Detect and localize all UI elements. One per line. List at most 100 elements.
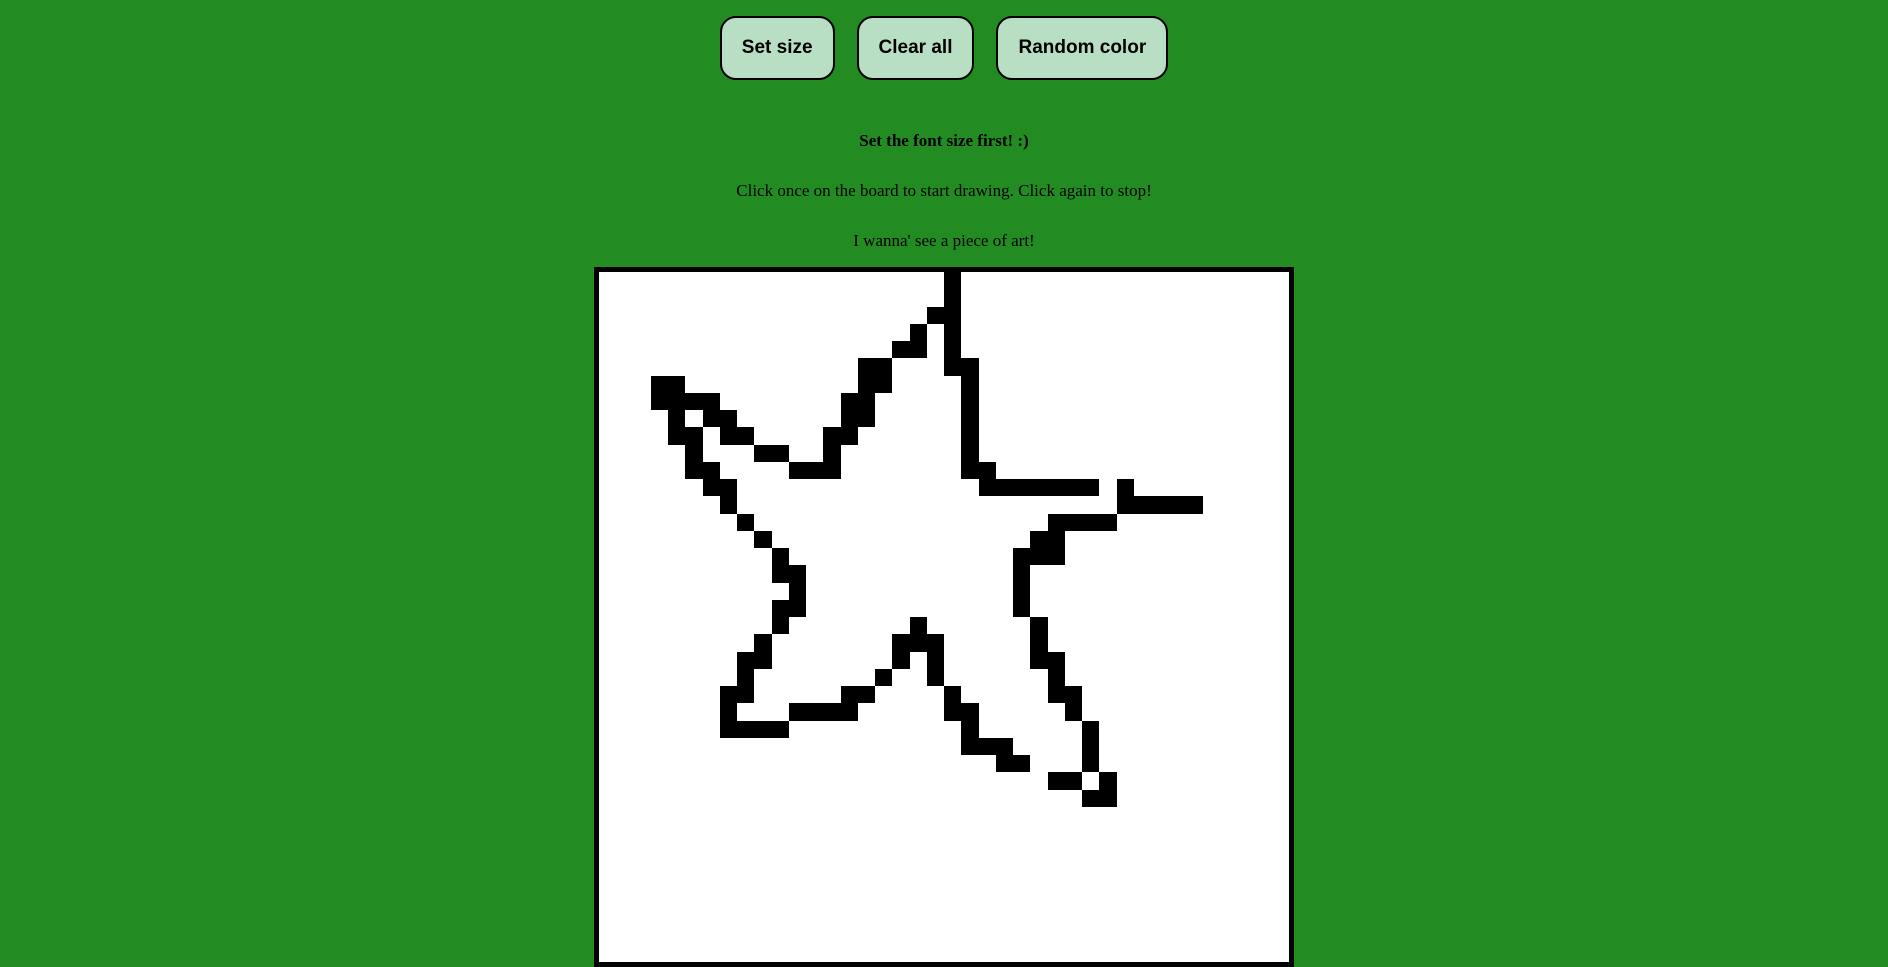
- board-cell[interactable]: [1237, 634, 1255, 652]
- board-cell[interactable]: [909, 789, 927, 807]
- board-cell[interactable]: [633, 841, 651, 859]
- board-cell[interactable]: [719, 306, 737, 324]
- board-cell[interactable]: [823, 686, 841, 704]
- board-cell[interactable]: [1116, 755, 1134, 773]
- board-cell[interactable]: [961, 272, 979, 290]
- board-cell[interactable]: [1013, 944, 1031, 962]
- board-cell[interactable]: [926, 479, 944, 497]
- board-cell[interactable]: [1116, 358, 1134, 376]
- board-cell[interactable]: [719, 720, 737, 738]
- board-cell[interactable]: [857, 755, 875, 773]
- board-cell[interactable]: [685, 427, 703, 445]
- set-size-button[interactable]: Set size: [719, 16, 835, 80]
- board-cell[interactable]: [892, 910, 910, 928]
- board-cell[interactable]: [1064, 289, 1082, 307]
- board-cell[interactable]: [978, 289, 996, 307]
- board-cell[interactable]: [823, 806, 841, 824]
- board-cell[interactable]: [1133, 323, 1151, 341]
- board-cell[interactable]: [961, 824, 979, 842]
- board-cell[interactable]: [944, 306, 962, 324]
- board-cell[interactable]: [1220, 496, 1238, 514]
- board-cell[interactable]: [857, 410, 875, 428]
- board-cell[interactable]: [926, 703, 944, 721]
- board-cell[interactable]: [1013, 617, 1031, 635]
- board-cell[interactable]: [1116, 530, 1134, 548]
- board-cell[interactable]: [771, 841, 789, 859]
- board-cell[interactable]: [1116, 651, 1134, 669]
- board-cell[interactable]: [1271, 530, 1289, 548]
- board-cell[interactable]: [719, 737, 737, 755]
- board-cell[interactable]: [1133, 686, 1151, 704]
- board-cell[interactable]: [1116, 306, 1134, 324]
- board-cell[interactable]: [1047, 634, 1065, 652]
- board-cell[interactable]: [1047, 651, 1065, 669]
- board-cell[interactable]: [650, 651, 668, 669]
- board-cell[interactable]: [1030, 341, 1048, 359]
- board-cell[interactable]: [788, 289, 806, 307]
- board-cell[interactable]: [1185, 496, 1203, 514]
- board-cell[interactable]: [823, 858, 841, 876]
- board-cell[interactable]: [1030, 944, 1048, 962]
- board-cell[interactable]: [702, 858, 720, 876]
- board-cell[interactable]: [995, 617, 1013, 635]
- board-cell[interactable]: [668, 461, 686, 479]
- board-cell[interactable]: [944, 323, 962, 341]
- board-cell[interactable]: [1133, 358, 1151, 376]
- board-cell[interactable]: [685, 496, 703, 514]
- board-cell[interactable]: [702, 548, 720, 566]
- board-cell[interactable]: [806, 599, 824, 617]
- board-cell[interactable]: [1116, 582, 1134, 600]
- board-cell[interactable]: [1133, 806, 1151, 824]
- board-cell[interactable]: [823, 824, 841, 842]
- random-color-button[interactable]: Random color: [996, 16, 1169, 80]
- board-cell[interactable]: [995, 272, 1013, 290]
- board-cell[interactable]: [1151, 858, 1169, 876]
- board-cell[interactable]: [1030, 530, 1048, 548]
- board-cell[interactable]: [806, 772, 824, 790]
- board-cell[interactable]: [1116, 737, 1134, 755]
- board-cell[interactable]: [1099, 668, 1117, 686]
- board-cell[interactable]: [1064, 341, 1082, 359]
- board-cell[interactable]: [702, 272, 720, 290]
- board-cell[interactable]: [1168, 893, 1186, 911]
- board-cell[interactable]: [1047, 686, 1065, 704]
- board-cell[interactable]: [1013, 530, 1031, 548]
- board-cell[interactable]: [806, 875, 824, 893]
- board-cell[interactable]: [875, 720, 893, 738]
- board-cell[interactable]: [961, 289, 979, 307]
- board-cell[interactable]: [961, 703, 979, 721]
- board-cell[interactable]: [599, 703, 617, 721]
- board-cell[interactable]: [1254, 375, 1272, 393]
- board-cell[interactable]: [1220, 737, 1238, 755]
- board-cell[interactable]: [944, 858, 962, 876]
- board-cell[interactable]: [909, 772, 927, 790]
- board-cell[interactable]: [875, 289, 893, 307]
- board-cell[interactable]: [1237, 392, 1255, 410]
- board-cell[interactable]: [633, 323, 651, 341]
- board-cell[interactable]: [754, 944, 772, 962]
- board-cell[interactable]: [702, 289, 720, 307]
- board-cell[interactable]: [754, 323, 772, 341]
- board-cell[interactable]: [1237, 824, 1255, 842]
- board-cell[interactable]: [840, 720, 858, 738]
- board-cell[interactable]: [944, 737, 962, 755]
- board-cell[interactable]: [1064, 772, 1082, 790]
- board-cell[interactable]: [857, 772, 875, 790]
- board-cell[interactable]: [754, 617, 772, 635]
- board-cell[interactable]: [633, 548, 651, 566]
- board-cell[interactable]: [806, 720, 824, 738]
- board-cell[interactable]: [1202, 323, 1220, 341]
- board-cell[interactable]: [1064, 461, 1082, 479]
- board-cell[interactable]: [702, 410, 720, 428]
- board-cell[interactable]: [1099, 944, 1117, 962]
- drawing-board[interactable]: [594, 267, 1294, 967]
- board-cell[interactable]: [857, 944, 875, 962]
- board-cell[interactable]: [616, 789, 634, 807]
- board-cell[interactable]: [1237, 306, 1255, 324]
- board-cell[interactable]: [840, 651, 858, 669]
- board-cell[interactable]: [685, 755, 703, 773]
- board-cell[interactable]: [650, 858, 668, 876]
- board-cell[interactable]: [995, 668, 1013, 686]
- board-cell[interactable]: [1013, 548, 1031, 566]
- board-cell[interactable]: [1237, 772, 1255, 790]
